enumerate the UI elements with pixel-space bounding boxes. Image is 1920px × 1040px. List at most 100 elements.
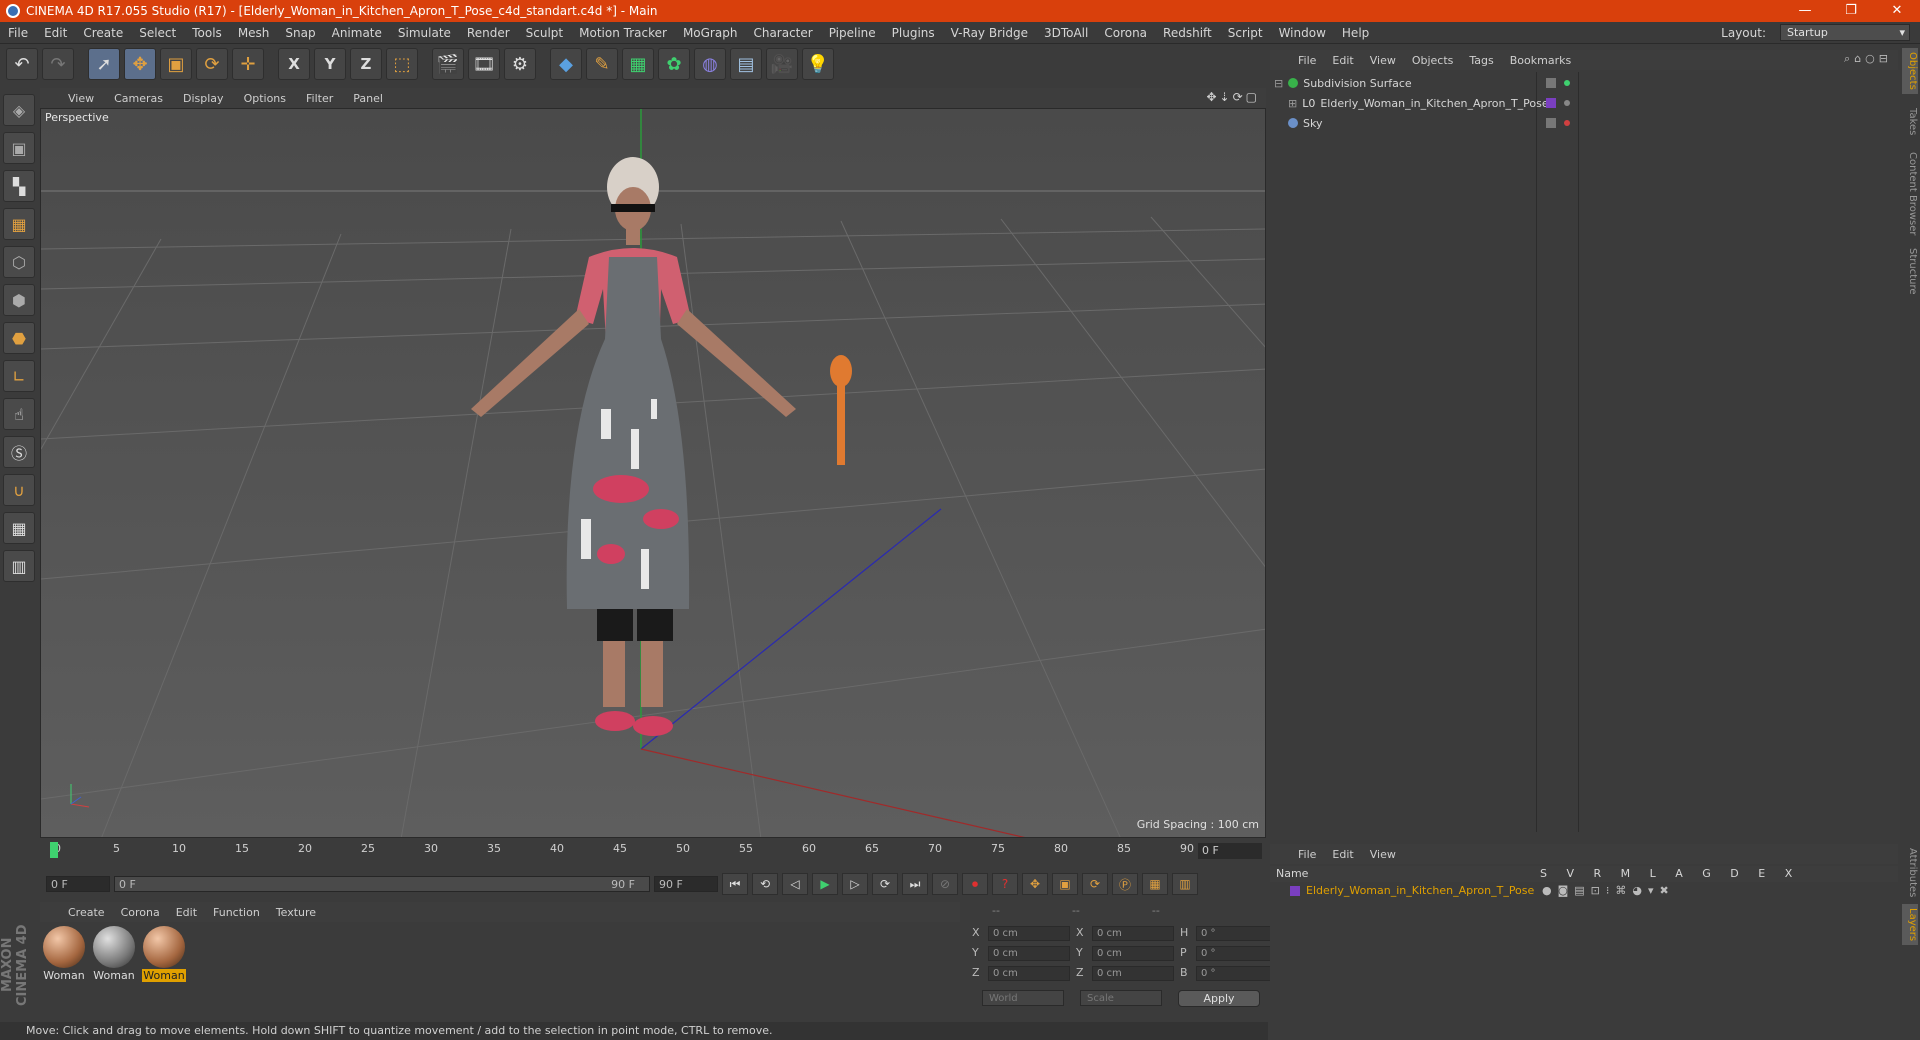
camera-icon[interactable]: 🎥 (766, 48, 798, 80)
floor-icon[interactable]: ▤ (730, 48, 762, 80)
workplane-icon[interactable]: ▦ (3, 208, 35, 240)
cube-icon[interactable]: ◆ (550, 48, 582, 80)
menu-window[interactable]: Window (1271, 26, 1334, 40)
scale-icon[interactable]: ▣ (160, 48, 192, 80)
menu-file[interactable]: File (0, 26, 36, 40)
menu-mesh[interactable]: Mesh (230, 26, 278, 40)
menu-render[interactable]: Render (459, 26, 518, 40)
subdivision-icon[interactable]: ▦ (622, 48, 654, 80)
light-icon[interactable]: 💡 (802, 48, 834, 80)
viewport-perspective[interactable]: Perspective Grid Spacing : 100 cm (40, 108, 1266, 838)
playhead[interactable] (50, 842, 58, 858)
tweak-mode-icon[interactable]: ☝ (3, 398, 35, 430)
om-search-icon[interactable]: ⌕⌂○⊟ (1844, 52, 1892, 66)
viewport-nav-icons[interactable]: ✥⇣⟳▢ (1206, 90, 1260, 104)
go-to-start-icon[interactable]: ⏮ (722, 873, 748, 895)
position-x-field[interactable]: 0 cm (988, 926, 1070, 941)
om-menu-edit[interactable]: Edit (1324, 54, 1361, 67)
timeline-window-icon[interactable]: ▥ (1172, 873, 1198, 895)
layer-tag-icon[interactable] (1546, 118, 1556, 128)
texture-mode-icon[interactable]: ▚ (3, 170, 35, 202)
object-row-elderly-woman[interactable]: ⊞ L0 Elderly_Woman_in_Kitchen_Apron_T_Po… (1274, 94, 1894, 112)
material-menu-function[interactable]: Function (205, 906, 268, 919)
axis-mode-icon[interactable]: ∟ (3, 360, 35, 392)
start-frame-field[interactable]: 0 F (46, 876, 110, 892)
om-menu-view[interactable]: View (1362, 54, 1404, 67)
position-z-field[interactable]: 0 cm (988, 966, 1070, 981)
timeline-ruler[interactable]: 0 5 10 15 20 25 30 35 40 45 50 55 60 65 … (40, 840, 1266, 862)
render-picture-viewer-icon[interactable]: 🎞 (468, 48, 500, 80)
size-z-field[interactable]: 0 cm (1092, 966, 1174, 981)
viewport-menu-options[interactable]: Options (236, 92, 294, 105)
play-icon[interactable]: ▶ (812, 873, 838, 895)
coordinate-system-icon[interactable]: ⬚ (386, 48, 418, 80)
rotation-p-field[interactable]: 0 ° (1196, 946, 1278, 961)
workplane-lock-icon[interactable]: ▦ (3, 512, 35, 544)
visibility-dot[interactable] (1564, 80, 1570, 86)
viewport-menu-display[interactable]: Display (175, 92, 232, 105)
polygons-mode-icon[interactable]: ⬣ (3, 322, 35, 354)
object-row-sky[interactable]: Sky (1274, 114, 1894, 132)
material-menu-edit[interactable]: Edit (168, 906, 205, 919)
menu-simulate[interactable]: Simulate (390, 26, 459, 40)
pen-icon[interactable]: ✎ (586, 48, 618, 80)
menu-edit[interactable]: Edit (36, 26, 75, 40)
menu-create[interactable]: Create (75, 26, 131, 40)
layout-select[interactable]: Startup (1780, 24, 1910, 41)
viewport-menu-view[interactable]: View (60, 92, 102, 105)
record-keys-icon[interactable]: ⊘ (932, 873, 958, 895)
viewport-menu-filter[interactable]: Filter (298, 92, 341, 105)
position-y-field[interactable]: 0 cm (988, 946, 1070, 961)
key-rotation-icon[interactable]: ⟳ (1082, 873, 1108, 895)
expand-icon[interactable]: ⊞ (1288, 97, 1297, 110)
viewport-menu-panel[interactable]: Panel (345, 92, 391, 105)
solo-icon[interactable]: Ⓢ (3, 436, 35, 468)
menu-snap[interactable]: Snap (277, 26, 323, 40)
menu-character[interactable]: Character (745, 26, 820, 40)
deformer-icon[interactable]: ◍ (694, 48, 726, 80)
render-view-icon[interactable]: 🎬 (432, 48, 464, 80)
material-swatch[interactable]: Woman (42, 926, 86, 1018)
autokeying-icon[interactable]: ⏺ (962, 873, 988, 895)
make-editable-icon[interactable]: ◈ (3, 94, 35, 126)
minimize-button[interactable]: — (1782, 0, 1828, 22)
array-icon[interactable]: ✿ (658, 48, 690, 80)
end-frame-field[interactable]: 90 F (654, 876, 718, 892)
points-mode-icon[interactable]: ⬡ (3, 246, 35, 278)
menu-pipeline[interactable]: Pipeline (821, 26, 884, 40)
previous-frame-icon[interactable]: ◁ (782, 873, 808, 895)
material-menu-texture[interactable]: Texture (268, 906, 324, 919)
material-swatch[interactable]: Woman (92, 926, 136, 1018)
menu-help[interactable]: Help (1334, 26, 1377, 40)
menu-vray-bridge[interactable]: V-Ray Bridge (943, 26, 1036, 40)
current-frame-field[interactable]: 0 F (1198, 843, 1262, 859)
scale-dropdown[interactable]: Scale (1080, 990, 1162, 1006)
size-x-field[interactable]: 0 cm (1092, 926, 1174, 941)
keyframe-selection-icon[interactable]: ? (992, 873, 1018, 895)
z-axis-icon[interactable]: Z (350, 48, 382, 80)
go-to-end-icon[interactable]: ⏭ (902, 873, 928, 895)
tab-takes[interactable]: Takes (1902, 104, 1918, 139)
edit-render-settings-icon[interactable]: ⚙ (504, 48, 536, 80)
restore-button[interactable]: ❐ (1828, 0, 1874, 22)
material-menu-corona[interactable]: Corona (113, 906, 168, 919)
material-swatch-selected[interactable]: Woman (142, 926, 186, 1018)
menu-script[interactable]: Script (1220, 26, 1271, 40)
om-menu-tags[interactable]: Tags (1461, 54, 1501, 67)
next-key-icon[interactable]: ⟳ (872, 873, 898, 895)
visibility-dot[interactable] (1564, 100, 1570, 106)
undo-icon[interactable]: ↶ (6, 48, 38, 80)
tab-content-browser[interactable]: Content Browser (1902, 148, 1918, 239)
object-row-subdivision-surface[interactable]: ⊟ Subdivision Surface (1274, 74, 1894, 92)
menu-select[interactable]: Select (131, 26, 184, 40)
menu-tools[interactable]: Tools (184, 26, 230, 40)
key-parameter-icon[interactable]: Ⓟ (1112, 873, 1138, 895)
layer-tag-icon[interactable] (1546, 78, 1556, 88)
om-menu-objects[interactable]: Objects (1404, 54, 1462, 67)
tab-structure[interactable]: Structure (1902, 244, 1918, 299)
previous-key-icon[interactable]: ⟲ (752, 873, 778, 895)
next-frame-icon[interactable]: ▷ (842, 873, 868, 895)
world-dropdown[interactable]: World (982, 990, 1064, 1006)
om-menu-file[interactable]: File (1290, 54, 1324, 67)
menu-corona[interactable]: Corona (1096, 26, 1155, 40)
